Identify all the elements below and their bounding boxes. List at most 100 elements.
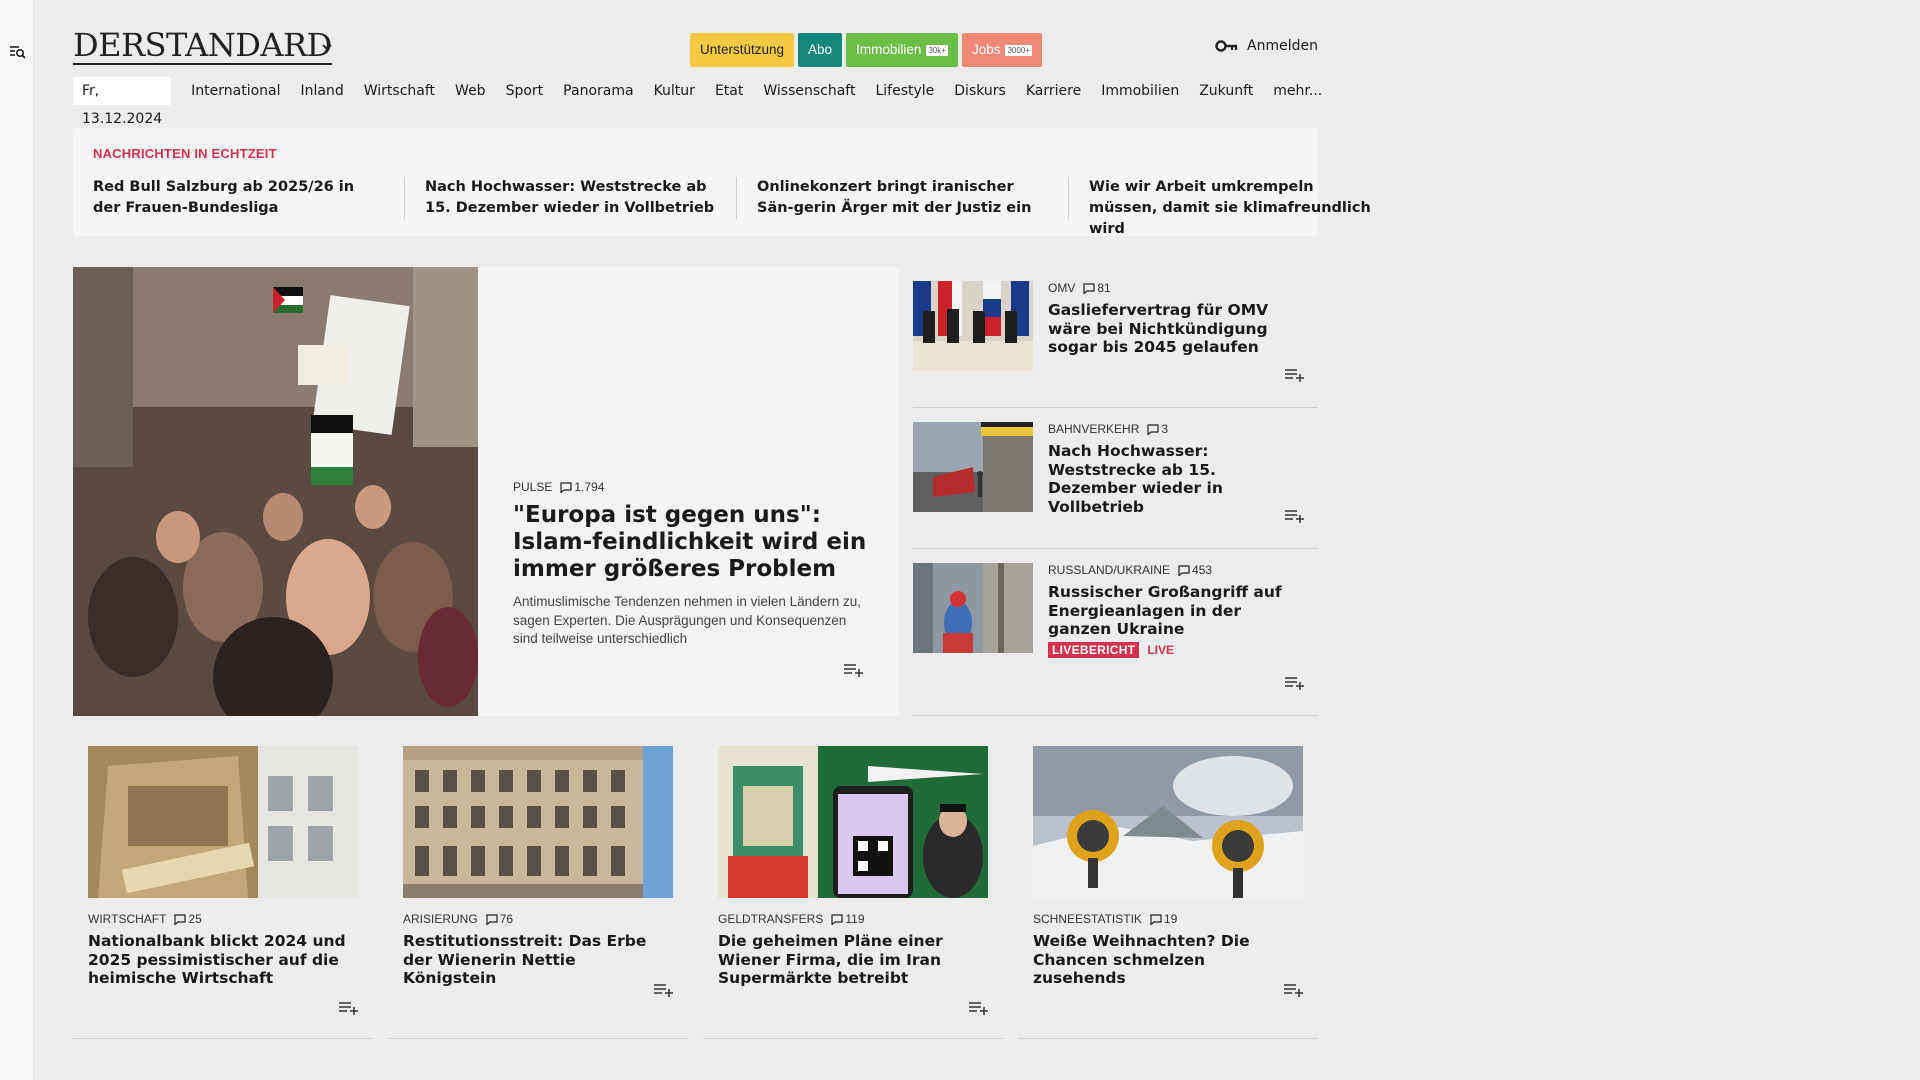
hero-image[interactable] [73, 267, 478, 716]
ticker-title: NACHRICHTEN IN ECHTZEIT [93, 146, 277, 161]
nav-item-inland[interactable]: Inland [291, 77, 354, 105]
immobilien-label: Immobilien [856, 42, 922, 57]
jobs-button[interactable]: Jobs 3000+ [961, 33, 1042, 67]
side-article[interactable]: OMV 81 Gasliefervertrag für OMV wäre bei… [913, 267, 1318, 408]
comments-link[interactable]: 81 [1083, 281, 1111, 295]
comment-count: 453 [1192, 563, 1213, 577]
side-article[interactable]: RUSSLAND/UKRAINE 453 Russischer Großangr… [913, 549, 1318, 716]
site-logo[interactable]: DERSTANDARD [73, 28, 332, 65]
page: DERSTANDARD Unterstützung Abo Immobilien… [73, 0, 1371, 1080]
article-card-text: SCHNEESTATISTIK 19 Weiße Weihnachten? Di… [1033, 912, 1298, 988]
nav-item-kultur[interactable]: Kultur [644, 77, 705, 105]
article-title[interactable]: Restitutionsstreit: Das Erbe der Wieneri… [403, 932, 668, 988]
comments-link[interactable]: 19 [1150, 912, 1177, 926]
side-article-text: BAHNVERKEHR 3 Nach Hochwasser: Weststrec… [1048, 422, 1303, 516]
add-to-list-icon[interactable] [968, 1000, 990, 1016]
comment-icon [1150, 913, 1162, 925]
article-thumbnail[interactable] [913, 281, 1033, 371]
support-button[interactable]: Unterstützung [690, 33, 795, 67]
nav-item-etat[interactable]: Etat [705, 77, 753, 105]
jobs-count-badge: 3000+ [1005, 44, 1032, 56]
nav-item-international[interactable]: International [181, 77, 290, 105]
article-card[interactable]: GELDTRANSFERS 119 Die geheimen Pläne ein… [703, 746, 1003, 1039]
ticker-item[interactable]: Nach Hochwasser: Weststrecke ab 15. Deze… [425, 177, 737, 219]
article-title[interactable]: Die geheimen Pläne einer Wiener Firma, d… [718, 932, 983, 988]
login-button[interactable]: Anmelden [1215, 38, 1318, 54]
nav-item-lifestyle[interactable]: Lifestyle [865, 77, 944, 105]
kicker-label: GELDTRANSFERS [718, 912, 824, 926]
article-kicker: GELDTRANSFERS 119 [718, 912, 983, 926]
comment-icon [486, 913, 498, 925]
side-article-text: RUSSLAND/UKRAINE 453 Russischer Großangr… [1048, 563, 1303, 658]
article-kicker: WIRTSCHAFT 25 [88, 912, 353, 926]
add-to-list-icon[interactable] [1284, 508, 1306, 524]
support-label: Unterstützung [700, 42, 785, 57]
side-article-text: OMV 81 Gasliefervertrag für OMV wäre bei… [1048, 281, 1303, 357]
comments-link[interactable]: 3 [1147, 422, 1168, 436]
article-card[interactable]: ARISIERUNG 76 Restitutionsstreit: Das Er… [388, 746, 688, 1039]
nav-item-diskurs[interactable]: Diskurs [944, 77, 1016, 105]
article-thumbnail[interactable] [913, 563, 1033, 653]
side-article[interactable]: BAHNVERKEHR 3 Nach Hochwasser: Weststrec… [913, 408, 1318, 549]
live-ticker: NACHRICHTEN IN ECHTZEIT Red Bull Salzbur… [73, 128, 1371, 237]
comments-link[interactable]: 1.794 [560, 480, 604, 494]
ticker-item[interactable]: Onlinekonzert bringt iranischer Sän-geri… [757, 177, 1069, 219]
article-image[interactable] [403, 746, 673, 898]
nav-item-immobilien[interactable]: Immobilien [1091, 77, 1189, 105]
add-to-list-icon[interactable] [1284, 675, 1306, 691]
comments-link[interactable]: 119 [831, 912, 865, 926]
left-sidebar [0, 0, 34, 1080]
live-label: LIVE [1147, 642, 1174, 657]
comments-link[interactable]: 453 [1178, 563, 1212, 577]
article-card[interactable]: WIRTSCHAFT 25 Nationalbank blickt 2024 u… [73, 746, 373, 1039]
comment-icon [1147, 423, 1159, 435]
nav-item-web[interactable]: Web [445, 77, 496, 105]
nav-item-karriere[interactable]: Karriere [1016, 77, 1091, 105]
kicker-label: RUSSLAND/UKRAINE [1048, 563, 1171, 577]
article-kicker: BAHNVERKEHR 3 [1048, 422, 1303, 436]
article-kicker: ARISIERUNG 76 [403, 912, 668, 926]
add-to-list-icon[interactable] [1283, 982, 1305, 998]
ticker-list: Red Bull Salzburg ab 2025/26 in der Frau… [93, 177, 1421, 237]
header-pills: Unterstützung Abo Immobilien 30k+ Jobs 3… [690, 33, 1042, 67]
abo-button[interactable]: Abo [798, 33, 843, 67]
live-indicator: LIVEBERICHT LIVE [1048, 641, 1303, 658]
hero-title[interactable]: "Europa ist gegen uns": Islam-feindlichk… [513, 502, 868, 583]
article-title[interactable]: Russischer Großangriff auf Energieanlage… [1048, 583, 1303, 639]
comments-link[interactable]: 25 [174, 912, 202, 926]
article-kicker: SCHNEESTATISTIK 19 [1033, 912, 1298, 926]
nav-item-zukunft[interactable]: Zukunft [1189, 77, 1263, 105]
comment-icon [831, 913, 843, 925]
add-to-list-icon[interactable] [1284, 367, 1306, 383]
immobilien-button[interactable]: Immobilien 30k+ [846, 33, 958, 67]
add-to-list-icon[interactable] [653, 982, 675, 998]
article-title[interactable]: Nach Hochwasser: Weststrecke ab 15. Deze… [1048, 442, 1303, 516]
nav-item-wissenschaft[interactable]: Wissenschaft [753, 77, 865, 105]
article-image[interactable] [718, 746, 988, 898]
article-image[interactable] [88, 746, 358, 898]
article-card[interactable]: SCHNEESTATISTIK 19 Weiße Weihnachten? Di… [1018, 746, 1318, 1039]
add-to-list-icon[interactable] [843, 662, 865, 678]
add-to-list-icon[interactable] [338, 1000, 360, 1016]
menu-search-icon[interactable] [9, 43, 27, 61]
article-image[interactable] [1033, 746, 1303, 898]
article-kicker: OMV 81 [1048, 281, 1303, 295]
login-label: Anmelden [1247, 38, 1318, 54]
comments-link[interactable]: 76 [486, 912, 513, 926]
ticker-item[interactable]: Red Bull Salzburg ab 2025/26 in der Frau… [93, 177, 405, 219]
article-card-text: WIRTSCHAFT 25 Nationalbank blickt 2024 u… [88, 912, 353, 988]
hero-lead: Antimuslimische Tendenzen nehmen in viel… [513, 594, 861, 646]
comment-count: 76 [499, 912, 514, 926]
nav-item-more[interactable]: mehr... [1263, 77, 1332, 105]
nav-item-sport[interactable]: Sport [496, 77, 554, 105]
chevron-down-icon[interactable] [320, 40, 334, 54]
article-title[interactable]: Weiße Weihnachten? Die Chancen schmelzen… [1033, 932, 1298, 988]
hero-article[interactable]: PULSE 1.794 "Europa ist gegen uns": Isla… [73, 267, 899, 716]
nav-item-panorama[interactable]: Panorama [553, 77, 643, 105]
article-thumbnail[interactable] [913, 422, 1033, 512]
comment-icon [1083, 282, 1095, 294]
article-title[interactable]: Gasliefervertrag für OMV wäre bei Nichtk… [1048, 301, 1303, 357]
nav-item-wirtschaft[interactable]: Wirtschaft [354, 77, 445, 105]
ticker-item[interactable]: Wie wir Arbeit umkrempeln müssen, damit … [1089, 177, 1401, 237]
article-title[interactable]: Nationalbank blickt 2024 und 2025 pessim… [88, 932, 353, 988]
